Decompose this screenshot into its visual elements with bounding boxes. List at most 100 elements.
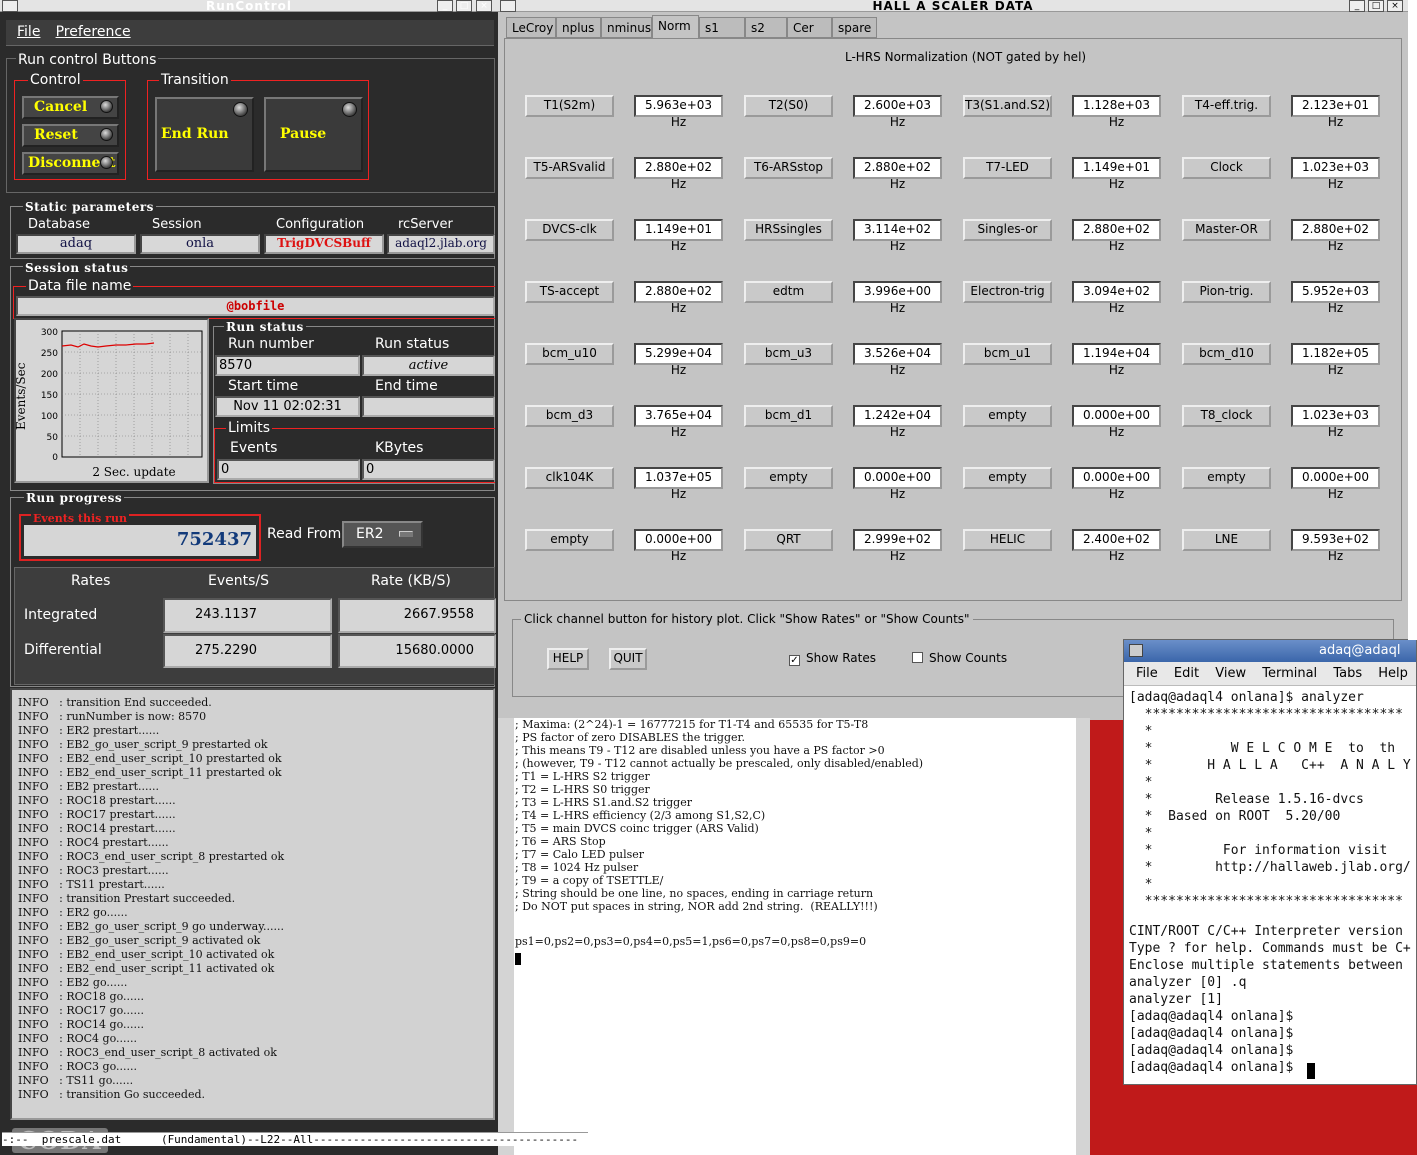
menu-edit[interactable]: Edit: [1174, 666, 1199, 681]
channel-rate-value: 0.000e+00 Hz: [634, 529, 723, 563]
reset-button[interactable]: Reset: [22, 124, 119, 147]
log-line: INFO : ROC14 go......: [18, 1018, 144, 1031]
tab-norm[interactable]: Norm: [652, 15, 699, 39]
menu-terminal[interactable]: Terminal: [1262, 666, 1317, 681]
window-menu-button[interactable]: [2, 0, 18, 12]
terminal-line: [adaq@adaql4 onlana]$: [1129, 1060, 1302, 1075]
maximize-button[interactable]: □: [1368, 0, 1384, 12]
minimize-button[interactable]: _: [437, 0, 453, 12]
channel-button[interactable]: edtm: [744, 281, 833, 303]
channel-button[interactable]: LNE: [1182, 529, 1271, 551]
channel-rate-value: 3.526e+04 Hz: [853, 343, 942, 377]
channel-button[interactable]: T7-LED: [963, 157, 1052, 179]
file-line: ; T2 = L-HRS S0 trigger: [515, 783, 650, 796]
maximize-button[interactable]: □: [456, 0, 472, 12]
window-menu-button[interactable]: [500, 0, 516, 12]
channel-button[interactable]: QRT: [744, 529, 833, 551]
integrated-rate-value: 2667.9558: [338, 598, 496, 633]
channel-button[interactable]: empty: [963, 467, 1052, 489]
channel-button[interactable]: DVCS-clk: [525, 219, 614, 241]
channel-rate-value: 2.880e+02 Hz: [634, 281, 723, 315]
message-log[interactable]: INFO : transition End succeeded. INFO : r…: [10, 688, 495, 1120]
channel-button[interactable]: TS-accept: [525, 281, 614, 303]
terminal-icon: [1129, 644, 1143, 657]
show-rates-checkbox[interactable]: ✓ Show Rates: [789, 651, 876, 666]
channel-button[interactable]: Master-OR: [1182, 219, 1271, 241]
terminal-titlebar[interactable]: adaq@adaql: [1124, 640, 1416, 662]
menu-view[interactable]: View: [1215, 666, 1246, 681]
channel-button[interactable]: T3(S1.and.S2): [963, 95, 1052, 117]
run-progress-label: Run progress: [24, 491, 125, 505]
channel-button[interactable]: empty: [963, 405, 1052, 427]
static-parameters-label: Static parameters: [23, 200, 156, 214]
menu-file[interactable]: File: [1136, 666, 1158, 681]
channel-button[interactable]: bcm_d1: [744, 405, 833, 427]
run-control-buttons-label: Run control Buttons: [16, 52, 159, 68]
minimize-button[interactable]: _: [1349, 0, 1365, 12]
log-line: INFO : TS11 go......: [18, 1074, 134, 1087]
menu-help[interactable]: Help: [1378, 666, 1408, 681]
end-run-button[interactable]: End Run: [155, 97, 254, 172]
runcontrol-titlebar[interactable]: RunControl: [0, 0, 498, 12]
file-line: ; This means T9 - T12 are disabled unles…: [515, 744, 885, 757]
prescale-file-text[interactable]: ; Maxima: (2^24)-1 = 16777215 for T1-T4 …: [515, 718, 1075, 948]
channel-button[interactable]: bcm_d3: [525, 405, 614, 427]
channel-button[interactable]: Pion-trig.: [1182, 281, 1271, 303]
rates-header: Rates: [71, 573, 111, 589]
channel-button[interactable]: bcm_u10: [525, 343, 614, 365]
cancel-button[interactable]: Cancel: [22, 96, 119, 119]
tab-lecroy[interactable]: LeCroy: [506, 17, 556, 38]
channel-button[interactable]: Clock: [1182, 157, 1271, 179]
log-line: INFO : EB2 go......: [18, 976, 128, 989]
menu-tabs[interactable]: Tabs: [1333, 666, 1362, 681]
channel-button[interactable]: T1(S2m): [525, 95, 614, 117]
channel-button[interactable]: T6-ARSstop: [744, 157, 833, 179]
show-counts-checkbox[interactable]: Show Counts: [912, 651, 1007, 665]
channel-rate-value: 1.023e+03 Hz: [1291, 157, 1380, 191]
terminal-line: * Based on ROOT 5.20/00: [1129, 809, 1341, 824]
channel-button[interactable]: bcm_d10: [1182, 343, 1271, 365]
channel-button[interactable]: empty: [744, 467, 833, 489]
start-time-label: Start time: [228, 378, 299, 394]
quit-button[interactable]: QUIT: [609, 648, 647, 670]
kbytes-limit-input[interactable]: 0: [362, 459, 495, 480]
emacs-scrollbar[interactable]: [1076, 718, 1090, 1155]
channel-button[interactable]: bcm_u1: [963, 343, 1052, 365]
close-button[interactable]: ×: [476, 0, 492, 12]
channel-button[interactable]: HRSsingles: [744, 219, 833, 241]
terminal-menubar: File Edit View Terminal Tabs Help: [1124, 662, 1416, 686]
channel-button[interactable]: Singles-or: [963, 219, 1052, 241]
channel-button[interactable]: HELIC: [963, 529, 1052, 551]
tab-nminus[interactable]: nminus: [601, 17, 652, 38]
log-line: INFO : EB2_end_user_script_10 activated …: [18, 948, 275, 961]
channel-rate-value: 1.023e+03 Hz: [1291, 405, 1380, 439]
channel-button[interactable]: T8_clock: [1182, 405, 1271, 427]
channel-button[interactable]: bcm_u3: [744, 343, 833, 365]
tab-spare[interactable]: spare: [832, 17, 877, 38]
close-button[interactable]: ×: [1387, 0, 1403, 12]
read-from-select[interactable]: ER2: [342, 521, 423, 548]
channel-rate-value: 2.123e+01 Hz: [1291, 95, 1380, 129]
help-button[interactable]: HELP: [547, 648, 589, 670]
tab-s1[interactable]: s1: [699, 17, 745, 38]
menu-file[interactable]: File: [17, 24, 40, 40]
channel-button[interactable]: empty: [1182, 467, 1271, 489]
log-line: INFO : ROC3_end_user_script_8 prestarted…: [18, 850, 285, 863]
log-line: INFO : ROC17 go......: [18, 1004, 144, 1017]
pause-button[interactable]: Pause: [264, 97, 363, 172]
scaler-titlebar[interactable]: HALL A SCALER DATA: [498, 0, 1408, 12]
channel-button[interactable]: Electron-trig: [963, 281, 1052, 303]
tab-cer[interactable]: Cer: [787, 17, 832, 38]
terminal-output[interactable]: [adaq@adaql4 onlana]$ analyzer *********…: [1129, 689, 1411, 1076]
channel-button[interactable]: T5-ARSvalid: [525, 157, 614, 179]
menu-preference[interactable]: Preference: [56, 24, 131, 40]
tab-s2[interactable]: s2: [745, 17, 787, 38]
disconnect-button[interactable]: Disconnect: [22, 152, 119, 175]
channel-button[interactable]: T4-eff.trig.: [1182, 95, 1271, 117]
terminal-line: analyzer [0] .q: [1129, 975, 1247, 990]
channel-button[interactable]: T2(S0): [744, 95, 833, 117]
channel-button[interactable]: empty: [525, 529, 614, 551]
channel-button[interactable]: clk104K: [525, 467, 614, 489]
tab-nplus[interactable]: nplus: [556, 17, 601, 38]
events-limit-input[interactable]: 0: [217, 459, 360, 480]
